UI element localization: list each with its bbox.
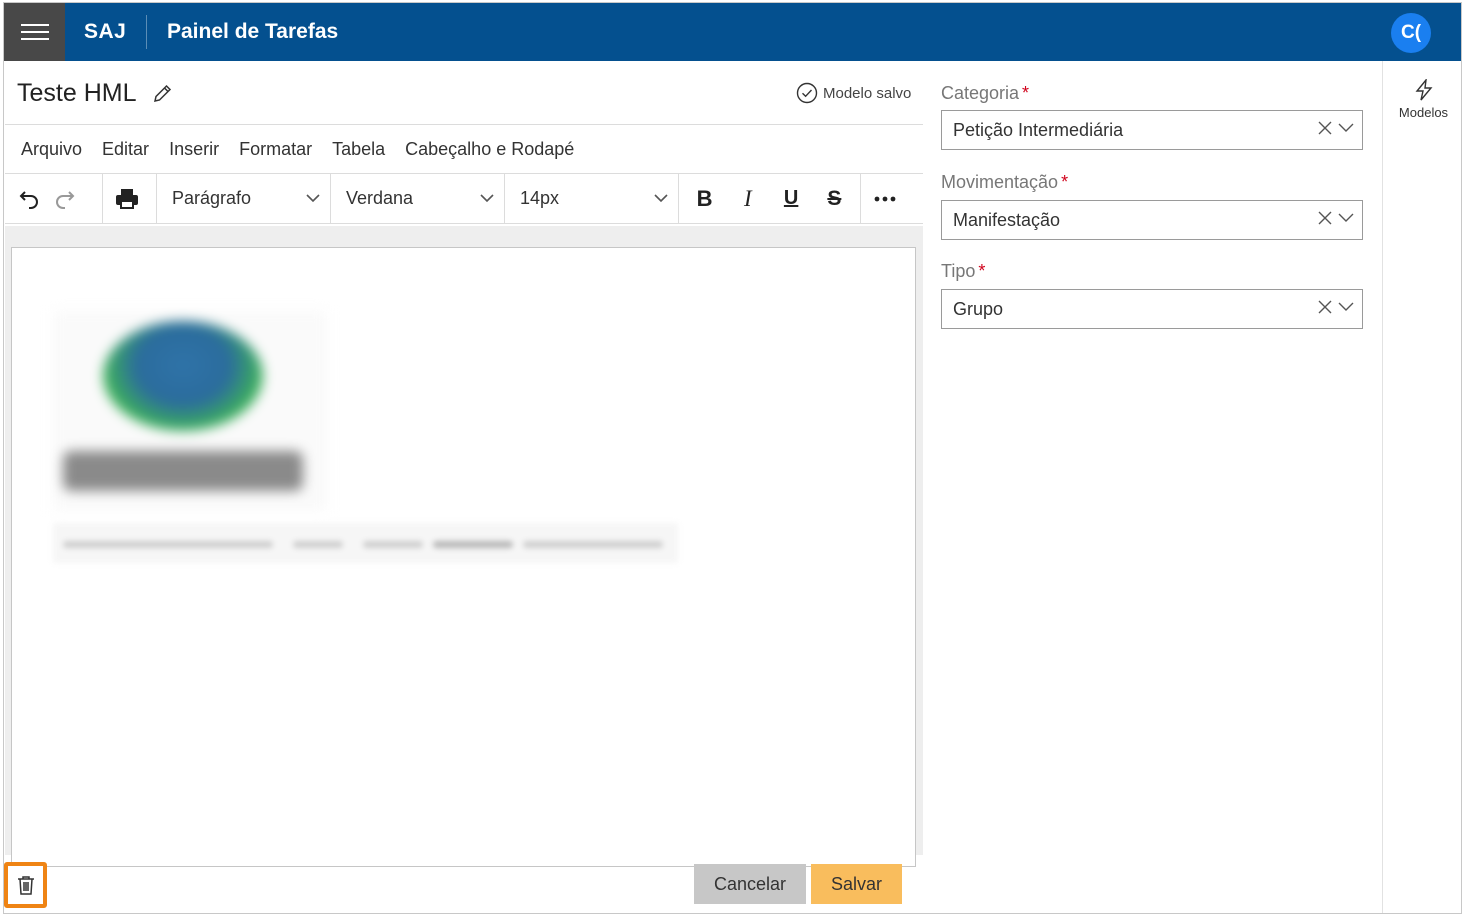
strikethrough-button[interactable]: S — [816, 181, 852, 217]
block-format-select[interactable]: Parágrafo — [157, 174, 331, 223]
editor-canvas — [5, 226, 923, 867]
top-bar: SAJ Painel de Tarefas C( — [4, 3, 1461, 61]
blurred-text-line — [53, 523, 678, 563]
templates-label: Modelos — [1398, 105, 1449, 120]
category-label-text: Categoria — [941, 83, 1020, 103]
select-icons — [1312, 121, 1354, 135]
menu-inserir[interactable]: Inserir — [169, 139, 219, 160]
print-button[interactable] — [109, 181, 145, 217]
menu-cabecalho-rodape[interactable]: Cabeçalho e Rodapé — [405, 139, 574, 160]
select-icons — [1312, 211, 1354, 225]
movement-select[interactable]: Manifestação — [941, 200, 1363, 240]
chevron-down-icon[interactable] — [1338, 123, 1354, 133]
chevron-down-icon — [654, 194, 668, 203]
print-icon — [116, 188, 138, 209]
undo-button[interactable] — [11, 181, 47, 217]
font-size-select[interactable]: 14px — [505, 174, 679, 223]
font-family-value: Verdana — [346, 188, 414, 208]
cancel-button[interactable]: Cancelar — [694, 864, 806, 904]
redo-icon — [56, 190, 75, 209]
save-status: Modelo salvo — [796, 82, 911, 104]
chevron-down-icon[interactable] — [1338, 302, 1354, 312]
editor-toolbar: Parágrafo Verdana 14px B I U S — [5, 174, 923, 224]
menu-formatar[interactable]: Formatar — [239, 139, 312, 160]
clear-icon[interactable] — [1318, 121, 1332, 135]
chevron-down-icon — [306, 194, 320, 203]
check-circle-icon — [796, 82, 818, 104]
more-options-button[interactable] — [867, 181, 903, 217]
save-status-text: Modelo salvo — [823, 84, 912, 102]
save-button[interactable]: Salvar — [811, 864, 902, 904]
category-label: Categoria * — [941, 83, 1029, 104]
type-label: Tipo * — [941, 261, 985, 282]
rich-text-editor: Arquivo Editar Inserir Formatar Tabela C… — [5, 124, 923, 867]
hamburger-menu-button[interactable] — [4, 3, 65, 61]
underline-button[interactable]: U — [773, 181, 809, 217]
document-page[interactable] — [11, 247, 916, 867]
menu-editar[interactable]: Editar — [102, 139, 149, 160]
app-window: SAJ Painel de Tarefas C( Teste HML Model… — [3, 2, 1462, 914]
italic-button[interactable]: I — [730, 181, 766, 217]
editor-footer: Cancelar Salvar — [4, 854, 922, 913]
menu-tabela[interactable]: Tabela — [332, 139, 385, 160]
lightning-icon — [1415, 79, 1432, 101]
clear-icon[interactable] — [1318, 211, 1332, 225]
required-marker: * — [1022, 83, 1030, 103]
print-group — [103, 174, 157, 223]
document-title: Teste HML — [17, 79, 137, 107]
blurred-logo-image — [53, 311, 327, 511]
required-marker: * — [978, 261, 986, 281]
more-icon — [874, 196, 896, 201]
app-title: Painel de Tarefas — [167, 20, 339, 43]
select-icons — [1312, 300, 1354, 314]
delete-button[interactable] — [4, 862, 47, 908]
menu-arquivo[interactable]: Arquivo — [21, 139, 82, 160]
clear-icon[interactable] — [1318, 300, 1332, 314]
templates-button[interactable]: Modelos — [1383, 79, 1461, 120]
bold-button[interactable]: B — [687, 181, 723, 217]
user-avatar[interactable]: C( — [1391, 13, 1431, 53]
type-label-text: Tipo — [941, 261, 976, 281]
category-value: Petição Intermediária — [953, 119, 1124, 140]
movement-label-text: Movimentação — [941, 172, 1059, 192]
pencil-icon[interactable] — [151, 83, 173, 105]
type-value: Grupo — [953, 298, 1004, 319]
brand-logo[interactable]: SAJ — [84, 3, 126, 61]
chevron-down-icon — [480, 194, 494, 203]
more-group — [861, 174, 909, 223]
brand-divider — [146, 15, 147, 49]
editor-menubar: Arquivo Editar Inserir Formatar Tabela C… — [5, 125, 923, 174]
chevron-down-icon[interactable] — [1338, 213, 1354, 223]
block-format-value: Parágrafo — [172, 188, 252, 208]
font-family-select[interactable]: Verdana — [331, 174, 505, 223]
side-rail: Modelos — [1382, 61, 1461, 913]
redo-button[interactable] — [47, 181, 83, 217]
history-group — [5, 174, 103, 223]
required-marker: * — [1061, 172, 1069, 192]
trash-icon — [17, 876, 34, 895]
text-format-group: B I U S — [679, 174, 861, 223]
hamburger-icon — [20, 19, 49, 45]
font-size-value: 14px — [520, 188, 560, 208]
movement-value: Manifestação — [953, 209, 1061, 230]
undo-icon — [19, 190, 38, 209]
type-select[interactable]: Grupo — [941, 289, 1363, 329]
category-select[interactable]: Petição Intermediária — [941, 110, 1363, 150]
movement-label: Movimentação * — [941, 172, 1068, 193]
